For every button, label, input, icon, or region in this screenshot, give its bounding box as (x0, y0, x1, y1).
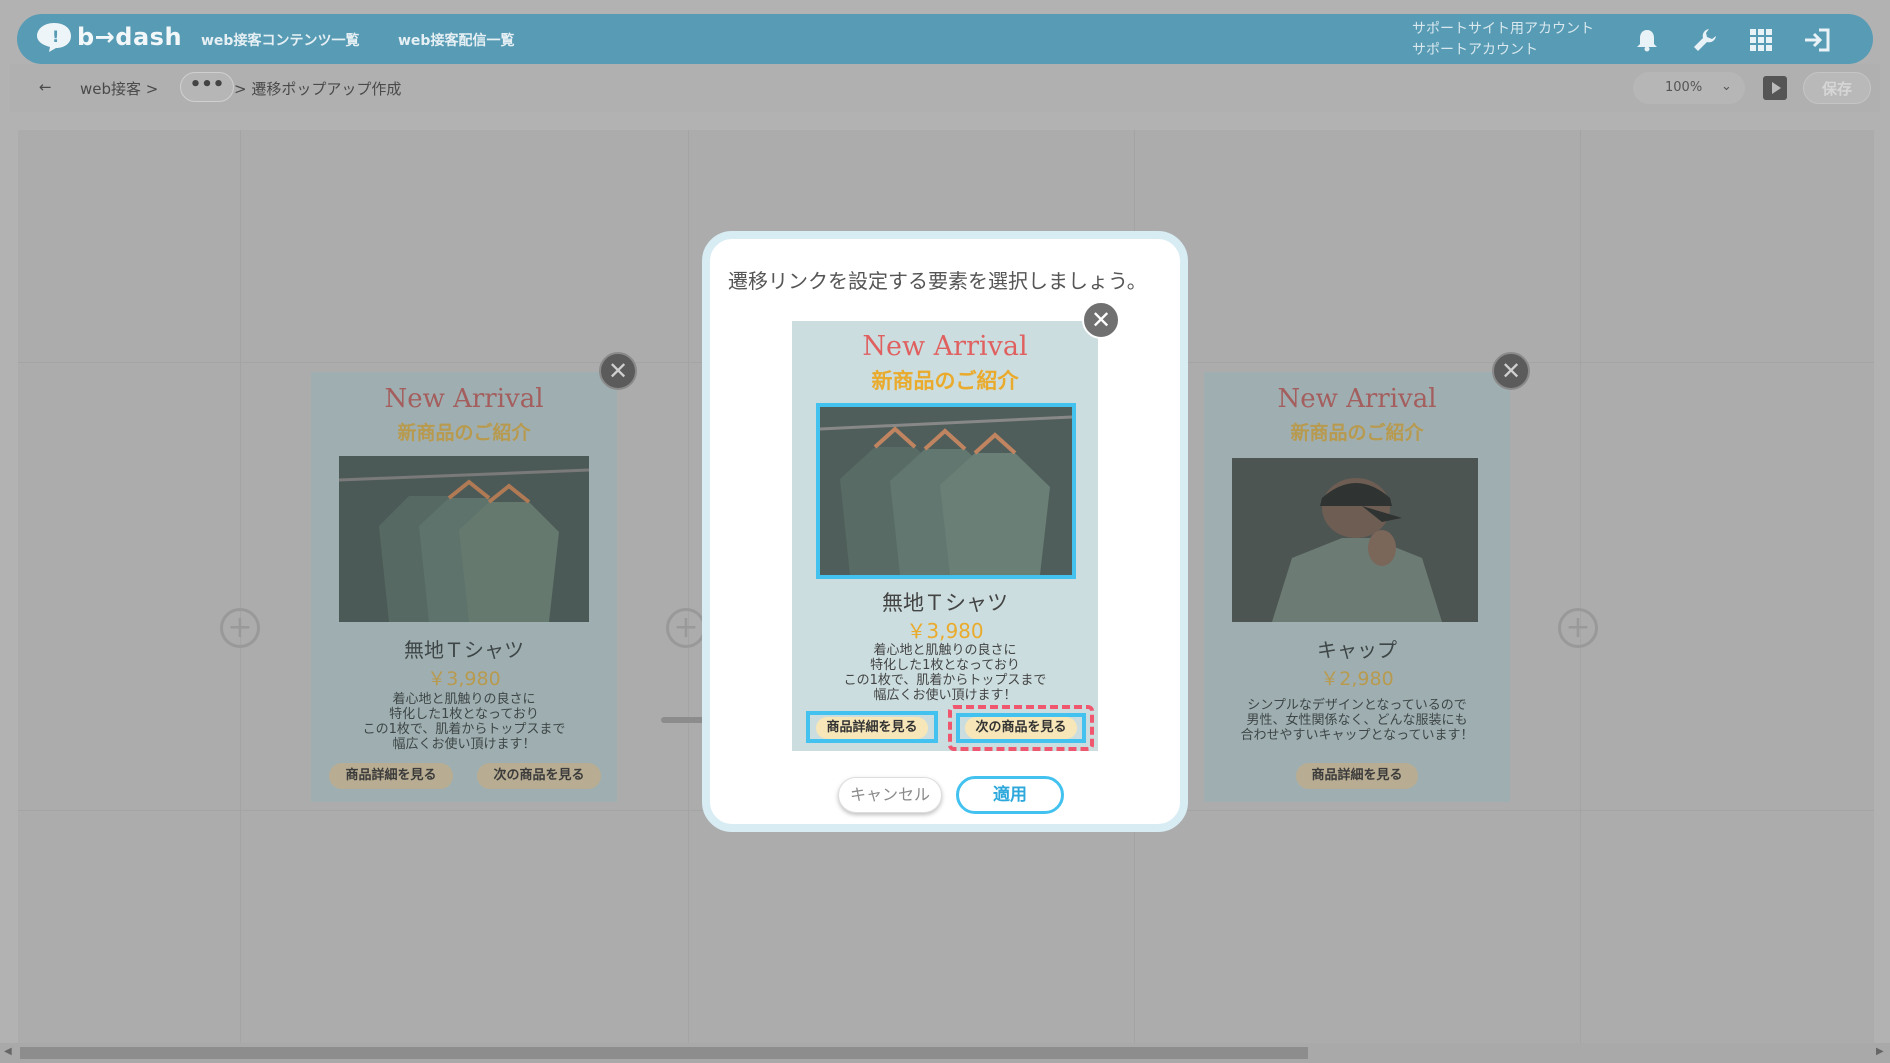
preview-close-icon[interactable]: ✕ (1082, 301, 1120, 339)
preview-detail-button-selectable[interactable]: 商品詳細を見る (806, 711, 938, 743)
card-price: ￥2,980 (1320, 668, 1394, 690)
card-product-name: 無地Ｔシャツ (404, 638, 524, 662)
card-product-name: キャップ (1317, 638, 1397, 662)
breadcrumb-root[interactable]: web接客 > (80, 78, 158, 99)
nav-web-content-list[interactable]: web接客コンテンツ一覧 (201, 30, 359, 50)
preview-next-label: 次の商品を見る (965, 717, 1077, 739)
card-description: シンプルなデザインとなっているので 男性、女性関係なく、どんな服装にも 合わせや… (1204, 698, 1510, 743)
apps-grid-icon[interactable] (1745, 24, 1777, 56)
preview-description[interactable]: 着心地と肌触りの良さに 特化した1枚となっており この1枚で、肌着からトップスま… (792, 643, 1098, 703)
play-icon (1772, 82, 1781, 94)
card-title: New Arrival (384, 384, 544, 414)
card-description: 着心地と肌触りの良さに 特化した1枚となっており この1枚で、肌着からトップスま… (311, 692, 617, 752)
desc-line: シンプルなデザインとなっているので (1247, 698, 1467, 713)
logout-icon[interactable] (1801, 24, 1833, 56)
popup-card-cap[interactable]: New Arrival 新商品のご紹介 キャップ ￥2,980 シンプルなデザイ… (1204, 372, 1510, 802)
preview-subtitle[interactable]: 新商品のご紹介 (792, 365, 1098, 395)
card-close-icon[interactable]: ✕ (599, 352, 637, 390)
desc-line: 幅広くお使い頂けます！ (392, 737, 536, 752)
b-dash-logo[interactable]: ! b→dash (35, 21, 182, 53)
logo-text: b→dash (77, 23, 183, 51)
apply-button[interactable]: 適用 (956, 776, 1064, 814)
wrench-icon[interactable] (1689, 24, 1721, 56)
desc-line: 合わせやすいキャップとなっています！ (1240, 728, 1474, 743)
desc-line: 着心地と肌触りの良さに (392, 692, 536, 707)
breadcrumb-more-button[interactable]: ••• (180, 72, 234, 102)
preview-play-button[interactable] (1763, 76, 1787, 100)
preview-next-button-selected[interactable]: 次の商品を見る (948, 705, 1094, 751)
card-next-button[interactable]: 次の商品を見る (477, 763, 601, 789)
logo-bubble-icon: ! (35, 21, 73, 53)
desc-line: 着心地と肌触りの良さに (873, 643, 1017, 658)
add-step-button-left[interactable]: + (220, 608, 260, 648)
card-detail-button[interactable]: 商品詳細を見る (329, 763, 453, 789)
back-arrow-icon[interactable]: ← (39, 78, 52, 96)
desc-line: この1枚で、肌着からトップスまで (362, 722, 566, 737)
card-price: ￥3,980 (427, 668, 501, 690)
grid-line (688, 130, 689, 1045)
cancel-button[interactable]: キャンセル (838, 777, 942, 813)
zoom-value: 100% (1665, 80, 1703, 95)
preview-price[interactable]: ￥3,980 (792, 615, 1098, 644)
link-target-modal: 遷移リンクを設定する要素を選択しましょう。 New Arrival 新商品のご紹… (702, 231, 1188, 832)
add-step-button-middle[interactable]: + (666, 608, 706, 648)
modal-title: 遷移リンクを設定する要素を選択しましょう。 (728, 269, 1147, 293)
preview-detail-label: 商品詳細を見る (816, 717, 928, 739)
desc-line: 男性、女性関係なく、どんな服装にも (1246, 713, 1468, 728)
horizontal-scrollbar[interactable]: ◀ ▶ (0, 1043, 1890, 1063)
card-subtitle: 新商品のご紹介 (397, 422, 531, 444)
preview-image-selectable[interactable] (816, 403, 1076, 579)
card-detail-button[interactable]: 商品詳細を見る (1296, 763, 1418, 789)
account-line2: サポートアカウント (1412, 42, 1538, 58)
card-subtitle: 新商品のご紹介 (1290, 422, 1424, 444)
chevron-down-icon: ⌄ (1721, 79, 1732, 94)
account-line1: サポートサイト用アカウント (1412, 21, 1594, 37)
scroll-left-icon[interactable]: ◀ (4, 1046, 12, 1057)
add-step-button-right[interactable]: + (1558, 608, 1598, 648)
account-info[interactable]: サポートサイト用アカウント サポートアカウント (1412, 19, 1594, 61)
desc-line: 特化した1枚となっており (389, 707, 539, 722)
card-title: New Arrival (1277, 384, 1437, 414)
preview-product-name[interactable]: 無地Ｔシャツ (792, 587, 1098, 617)
nav-web-delivery-list[interactable]: web接客配信一覧 (398, 30, 514, 50)
preview-next-button-highlight: 次の商品を見る (956, 713, 1086, 743)
breadcrumb-current: > 遷移ポップアップ作成 (234, 80, 402, 98)
desc-line: 幅広くお使い頂けます！ (873, 688, 1017, 703)
breadcrumb-bar: ← web接客 > ••• > 遷移ポップアップ作成 100% ⌄ 保存 (10, 64, 1880, 112)
popup-card-tshirt[interactable]: New Arrival 新商品のご紹介 無地Ｔシャツ ￥3,980 着心地と肌触… (311, 372, 617, 802)
zoom-select[interactable]: 100% ⌄ (1633, 72, 1745, 104)
preview-title[interactable]: New Arrival (792, 331, 1098, 362)
card-close-icon[interactable]: ✕ (1492, 352, 1530, 390)
save-button[interactable]: 保存 (1803, 72, 1871, 104)
scrollbar-thumb[interactable] (20, 1047, 1308, 1059)
desc-line: この1枚で、肌着からトップスまで (843, 673, 1047, 688)
top-header: ! b→dash web接客コンテンツ一覧 web接客配信一覧 サポートサイト用… (17, 14, 1873, 64)
popup-preview: New Arrival 新商品のご紹介 無地Ｔシャツ ￥3,980 着心地と肌触… (792, 321, 1098, 751)
cap-image (1232, 458, 1478, 622)
grid-line (240, 130, 241, 1045)
scroll-right-icon[interactable]: ▶ (1876, 1046, 1884, 1057)
bell-icon[interactable] (1631, 24, 1663, 56)
svg-text:!: ! (52, 27, 59, 46)
grid-line (1580, 130, 1581, 1045)
tshirt-image (339, 456, 589, 622)
desc-line: 特化した1枚となっており (870, 658, 1020, 673)
